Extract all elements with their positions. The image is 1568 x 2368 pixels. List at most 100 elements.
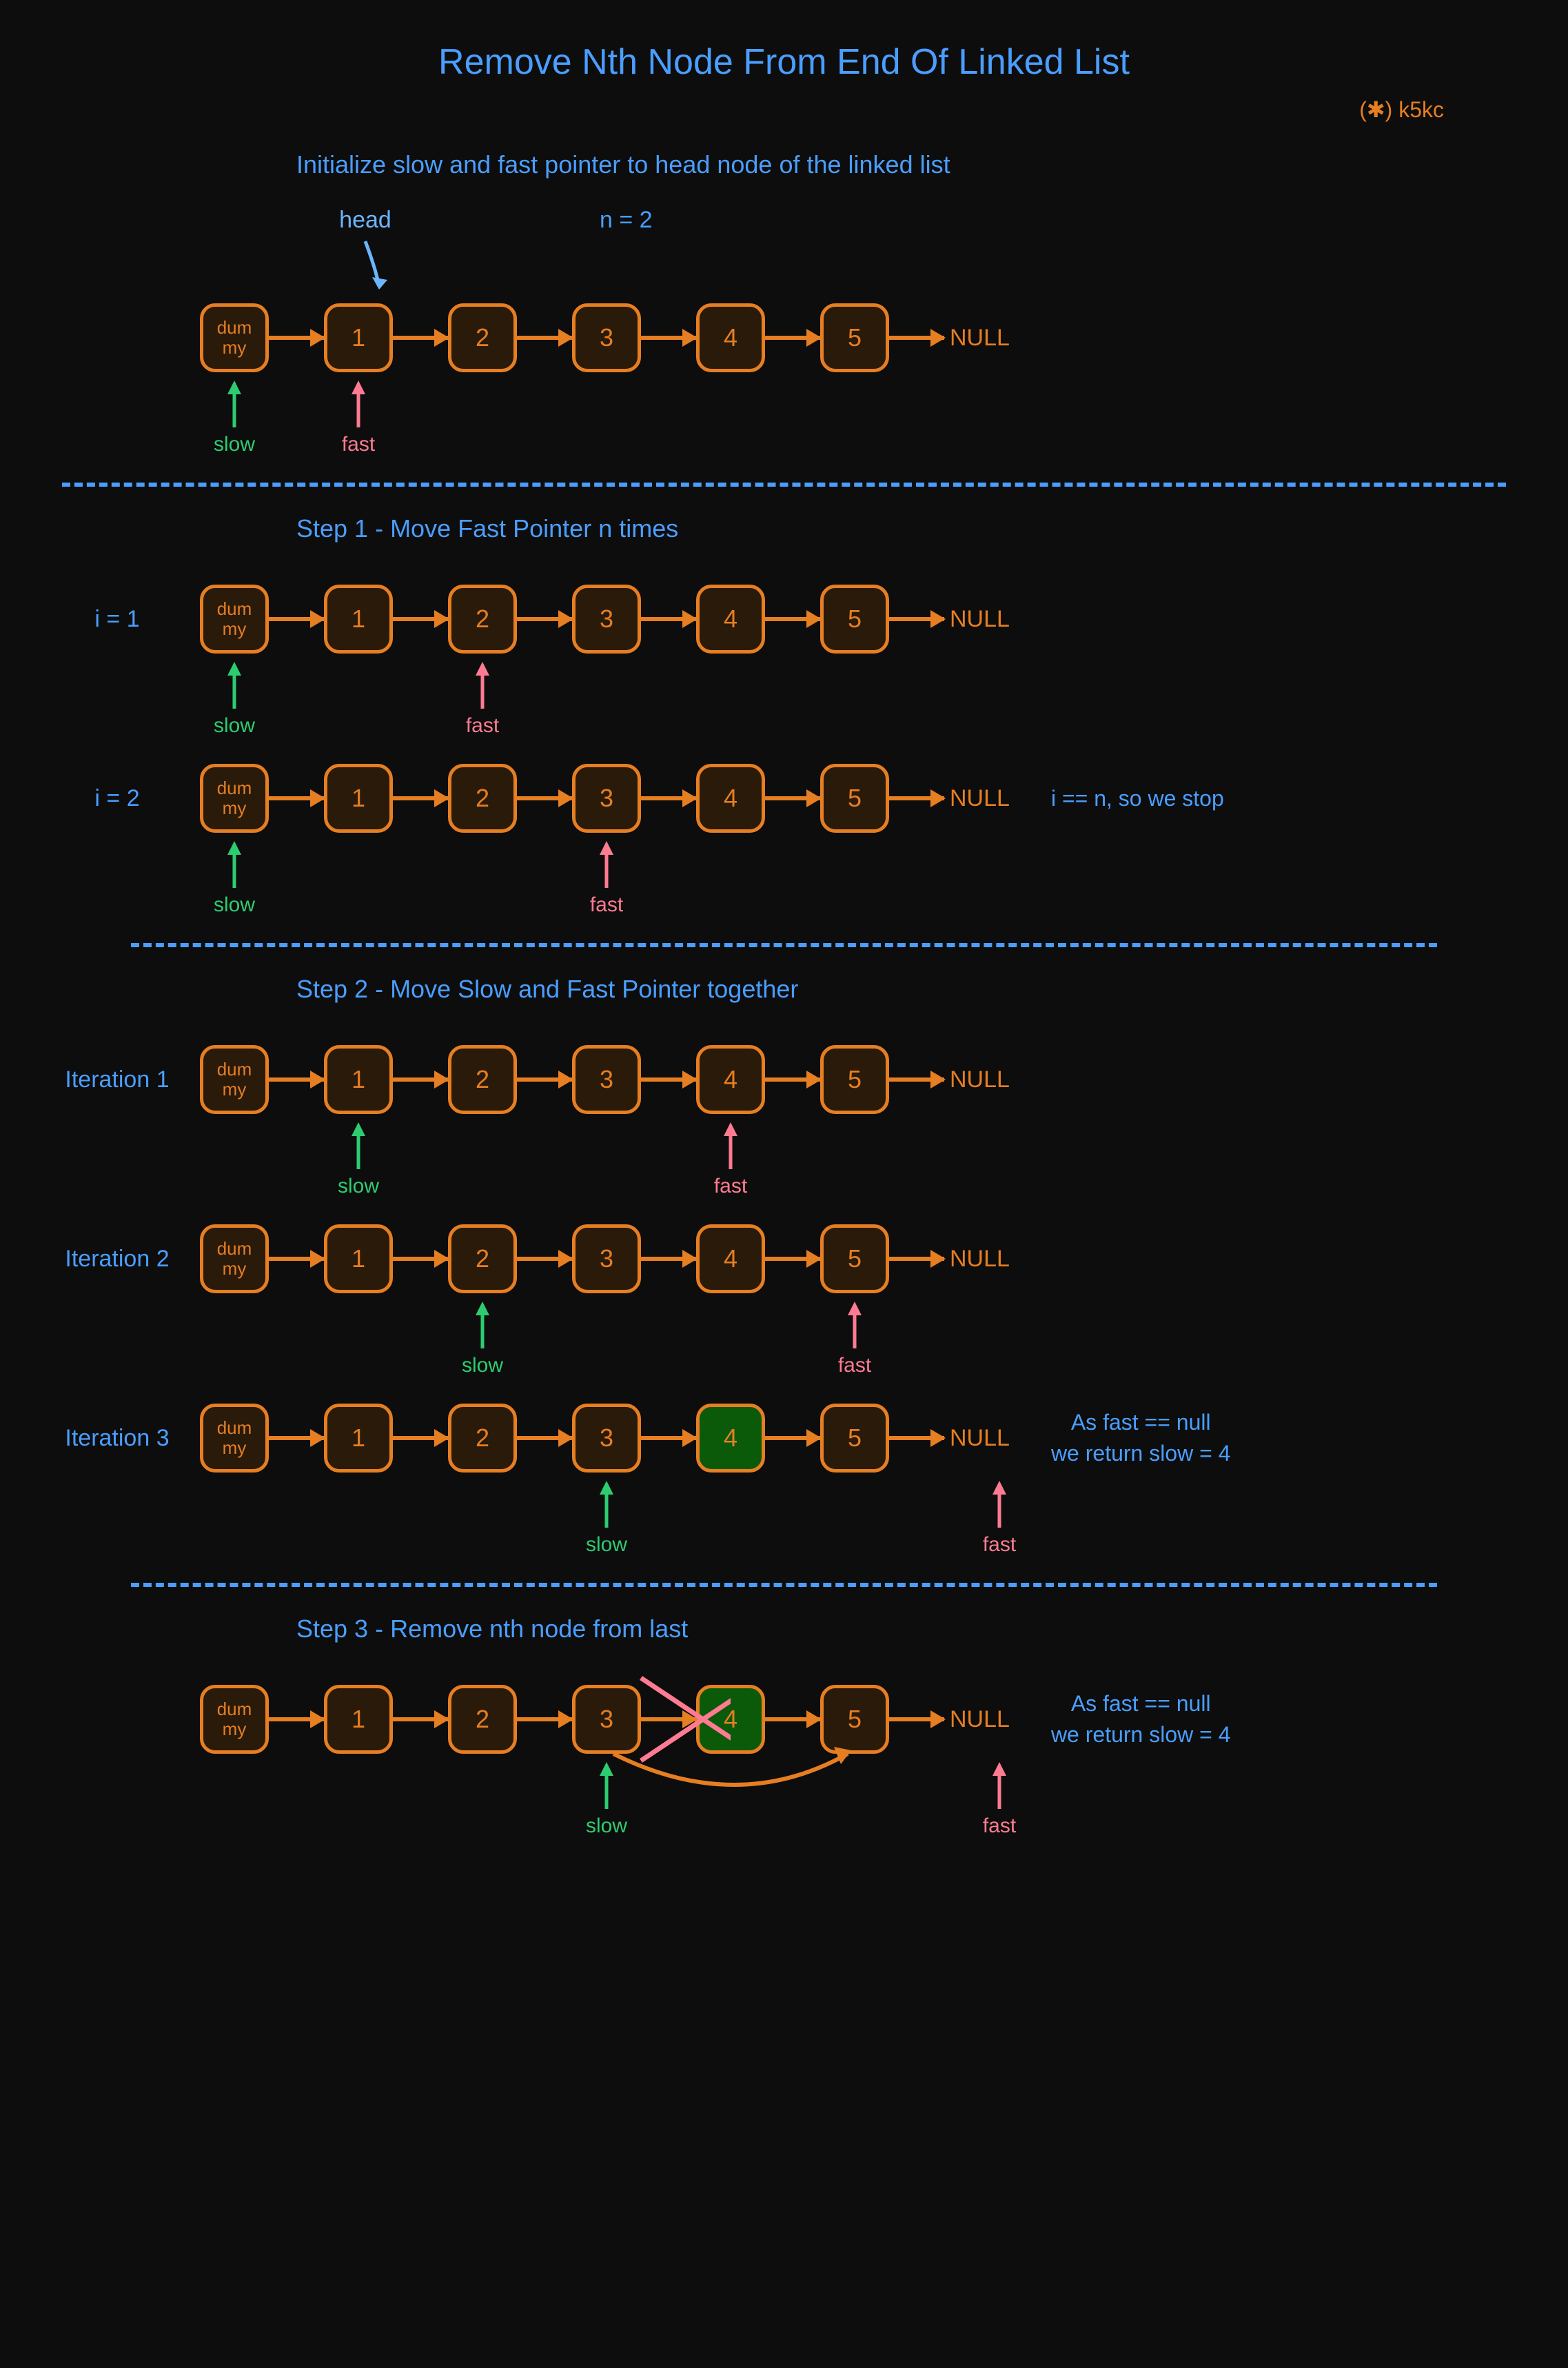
arrow-up-icon [844,1300,865,1348]
null-label: NULL [950,1066,1010,1093]
fast-pointer: fast [696,1121,765,1198]
link-arrow-icon [517,796,572,800]
link-arrow-icon [889,1077,944,1082]
link-arrow-icon [641,796,696,800]
fast-pointer: fast [820,1300,889,1377]
arrow-up-icon [720,1121,741,1169]
dummy-node: dum my [200,1685,269,1754]
section-divider [131,1583,1437,1587]
node-5: 5 [820,1045,889,1114]
node-3: 3 [572,764,641,833]
link-arrow-icon [517,1257,572,1261]
link-arrow-icon [393,617,448,621]
node-3: 3 [572,1404,641,1473]
node-1: 1 [324,1045,393,1114]
link-arrow-icon [393,1257,448,1261]
iteration-label-i2: i = 2 [34,785,200,812]
arrow-up-icon [224,840,245,888]
head-arrow-icon [352,234,407,296]
link-arrow-icon [517,617,572,621]
null-label: NULL [950,325,1010,352]
link-arrow-icon [393,1077,448,1082]
link-arrow-icon [641,1436,696,1440]
link-arrow-icon [393,336,448,340]
arrow-up-icon [224,379,245,427]
node-4: 4 [696,303,765,372]
node-4: 4 [696,585,765,654]
node-3: 3 [572,303,641,372]
slow-pointer: slow [572,1761,641,1838]
node-5: 5 [820,1224,889,1293]
link-arrow-icon [641,617,696,621]
node-3: 3 [572,1224,641,1293]
dummy-node: dum my [200,1045,269,1114]
link-arrow-icon [269,336,324,340]
link-arrow-icon [641,336,696,340]
link-arrow-icon [889,617,944,621]
link-arrow-icon [765,1717,820,1721]
link-arrow-icon [269,796,324,800]
fast-pointer: fast [324,379,393,456]
node-5: 5 [820,585,889,654]
link-arrow-icon [889,1257,944,1261]
node-4-highlight: 4 [696,1404,765,1473]
node-1: 1 [324,585,393,654]
link-arrow-icon [765,336,820,340]
link-arrow-icon [889,336,944,340]
null-label: NULL [950,1246,1010,1273]
link-arrow-icon [889,1436,944,1440]
link-arrow-icon [269,1436,324,1440]
stop-note: i == n, so we stop [1051,783,1224,814]
null-label: NULL [950,785,1010,812]
link-arrow-icon [517,1077,572,1082]
return-note: As fast == null we return slow = 4 [1051,1688,1231,1750]
node-5: 5 [820,764,889,833]
page-title: Remove Nth Node From End Of Linked List [34,41,1534,83]
slow-pointer: slow [200,660,269,738]
iteration-label-i1: i = 1 [34,606,200,633]
link-arrow-icon [889,1717,944,1721]
node-2: 2 [448,1404,517,1473]
arrow-up-icon [989,1479,1010,1528]
iteration-label-1: Iteration 1 [34,1066,200,1093]
node-2: 2 [448,303,517,372]
node-5: 5 [820,1404,889,1473]
slow-pointer: slow [200,379,269,456]
node-1: 1 [324,764,393,833]
node-2: 2 [448,585,517,654]
fast-pointer: fast [572,840,641,917]
link-arrow-icon [393,1436,448,1440]
null-label: NULL [950,606,1010,633]
link-arrow-icon [765,1077,820,1082]
n-label: n = 2 [600,207,653,234]
node-1: 1 [324,1224,393,1293]
link-arrow-icon [269,1257,324,1261]
dummy-node: dum my [200,1224,269,1293]
slow-pointer: slow [572,1479,641,1557]
link-arrow-icon [393,1717,448,1721]
node-3: 3 [572,1045,641,1114]
arrow-up-icon [596,1479,617,1528]
dummy-node: dum my [200,585,269,654]
node-2: 2 [448,764,517,833]
link-arrow-icon [517,336,572,340]
node-5: 5 [820,1685,889,1754]
arrow-up-icon [348,379,369,427]
section-divider [131,943,1437,947]
arrow-up-icon [596,840,617,888]
link-arrow-icon [269,1077,324,1082]
fast-pointer: fast [965,1761,1034,1838]
link-arrow-icon [269,1717,324,1721]
slow-pointer: slow [200,840,269,917]
section-step2-heading: Step 2 - Move Slow and Fast Pointer toge… [296,975,1534,1004]
node-4: 4 [696,1045,765,1114]
node-2: 2 [448,1045,517,1114]
node-4: 4 [696,764,765,833]
null-label: NULL [950,1706,1010,1733]
link-arrow-icon [765,617,820,621]
return-note: As fast == null we return slow = 4 [1051,1407,1231,1469]
link-arrow-icon [641,1257,696,1261]
link-arrow-icon [641,1077,696,1082]
link-arrow-icon [765,1436,820,1440]
arrow-up-icon [224,660,245,709]
